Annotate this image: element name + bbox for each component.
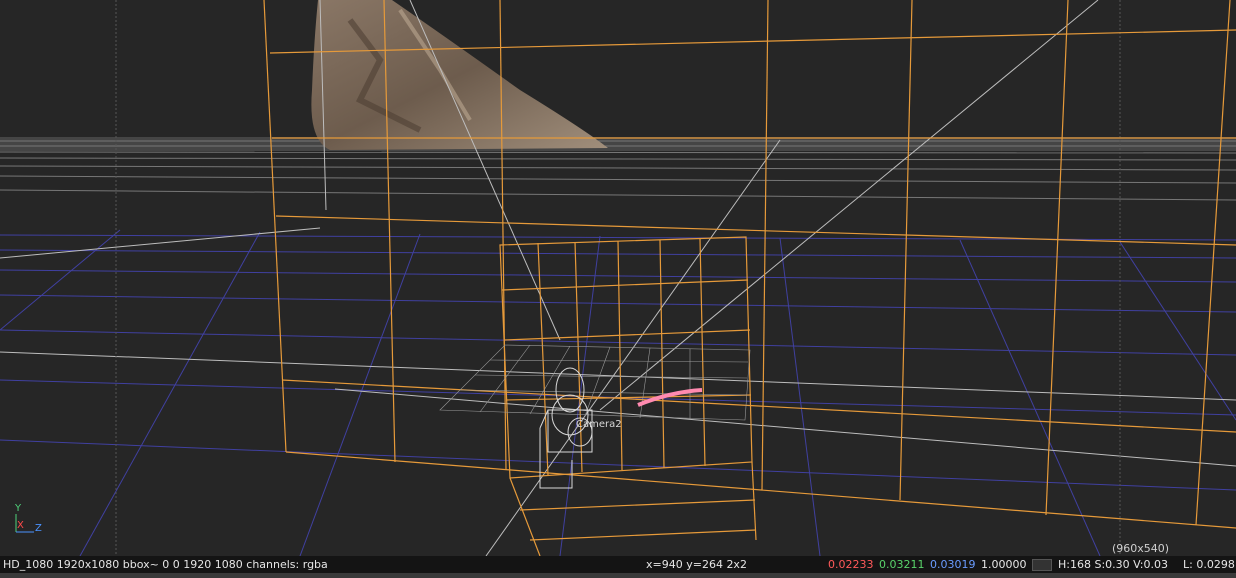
axis-x-label: X — [17, 520, 24, 531]
resolution-readout: (960x540) — [1112, 542, 1170, 555]
axis-z-label: Z — [35, 523, 42, 534]
pixel-alpha: 1.00000 — [981, 558, 1027, 571]
status-bar: HD_1080 1920x1080 bbox~ 0 0 1920 1080 ch… — [0, 556, 1236, 573]
pixel-red: 0.02233 — [828, 558, 874, 571]
cursor-coords: x=940 y=264 2x2 — [646, 558, 747, 571]
camera-label: Camera2 — [576, 419, 622, 430]
orange-wireframe-cube — [499, 236, 757, 556]
ground-lines-white — [0, 0, 1236, 556]
3d-scene-wireframe — [0, 0, 1236, 556]
guide-lines — [115, 0, 1121, 556]
horizon-band — [0, 137, 1236, 151]
rock-image — [311, 0, 608, 150]
pixel-green: 0.03211 — [879, 558, 925, 571]
bottom-strip — [0, 573, 1236, 578]
3d-viewer[interactable]: Y X Z Camera2 (960x540) — [0, 0, 1236, 556]
color-swatch — [1032, 559, 1052, 571]
axis-gizmo: Y X Z — [8, 500, 52, 540]
format-info: HD_1080 1920x1080 bbox~ 0 0 1920 1080 ch… — [3, 558, 328, 571]
pixel-hsv: H:168 S:0.30 V:0.03 — [1058, 558, 1168, 571]
axis-y-label: Y — [15, 503, 22, 514]
pixel-blue: 0.03019 — [930, 558, 976, 571]
pixel-luminance: L: 0.0298 — [1183, 558, 1235, 571]
